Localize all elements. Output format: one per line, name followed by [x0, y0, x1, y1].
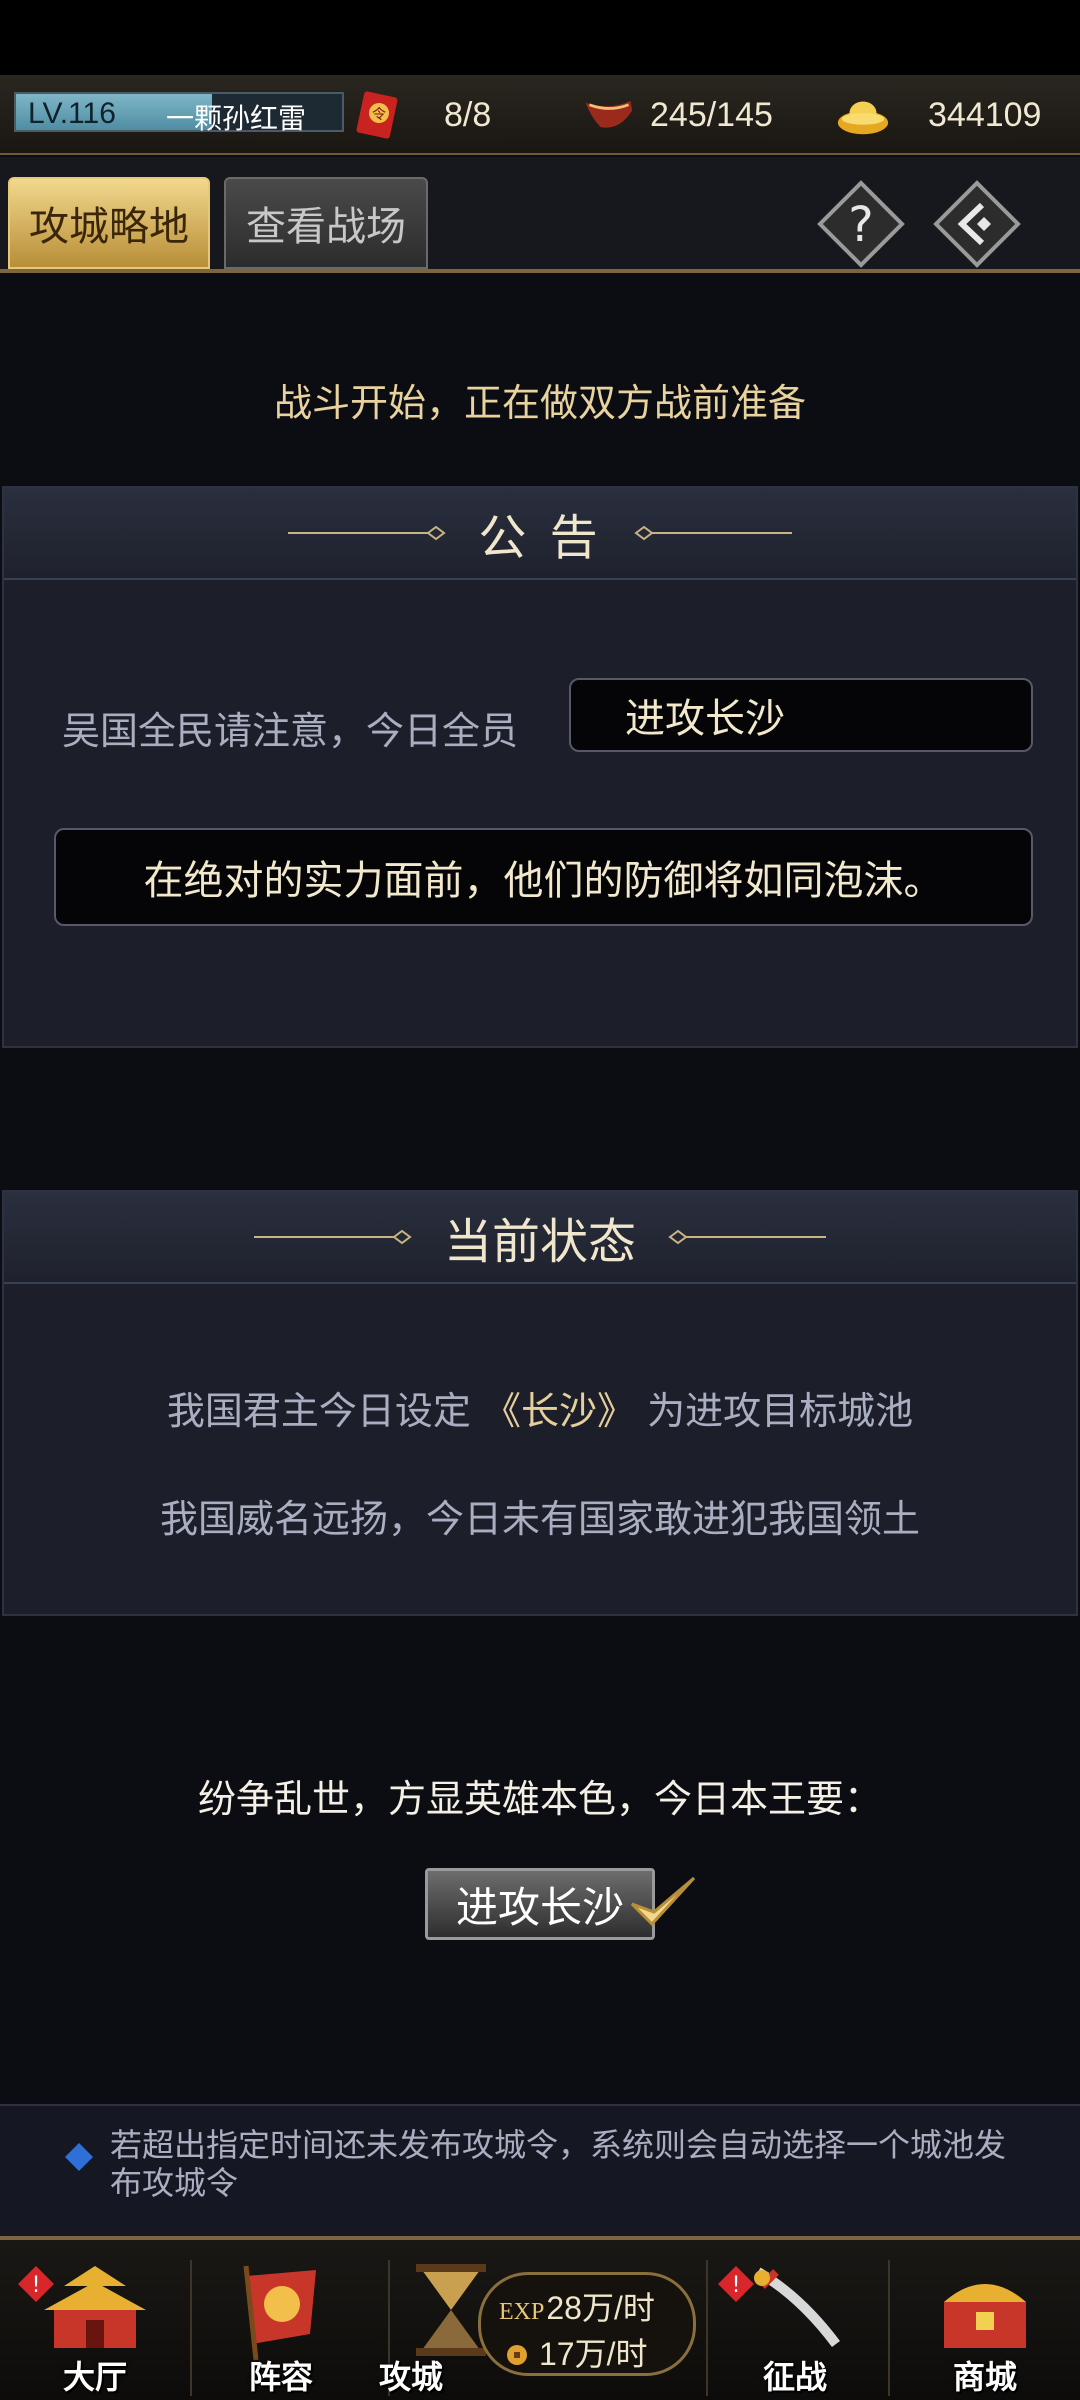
- tip-text: 若超出指定时间还未发布攻城令，系统则会自动选择一个城池发布攻城令: [110, 2126, 1007, 2202]
- svg-text:令: 令: [372, 107, 386, 123]
- nav-divider: [888, 2260, 890, 2396]
- current-status-header: 当前状态: [4, 1192, 1076, 1284]
- nav-siege-label: 攻城: [378, 2358, 443, 2396]
- right-ornament-icon: [633, 525, 792, 541]
- left-ornament-icon: [253, 1229, 412, 1245]
- info-diamond-icon: [65, 2143, 93, 2171]
- attack-target-city: 《长沙》: [482, 1389, 635, 1433]
- player-name: 一颗孙红雷: [166, 102, 307, 135]
- level-label: LV.116: [28, 97, 116, 130]
- nav-campaign[interactable]: ! 征战: [710, 2256, 880, 2400]
- battle-status-text: 战斗开始，正在做双方战前准备: [273, 381, 806, 425]
- alert-badge-icon: !: [18, 2266, 54, 2302]
- attack-target-prefix: 我国君主今日设定: [166, 1389, 471, 1433]
- resource-bar: LV.116 一颗孙红雷 令 8/8 245/145 344109: [0, 75, 1080, 155]
- horn-resource[interactable]: 245/145: [582, 87, 773, 143]
- nav-divider: [190, 2260, 192, 2396]
- war-horn-icon: [582, 88, 636, 142]
- tab-row: 攻城略地 查看战场 ?: [0, 157, 1080, 273]
- defense-status-line: 我国威名远扬，今日未有国家敢进犯我国领土: [159, 1497, 920, 1541]
- gold-count: 344109: [928, 95, 1042, 134]
- announcement-title: 公 告: [478, 510, 602, 566]
- nav-hall[interactable]: ! 大厅: [10, 2256, 180, 2400]
- question-mark-icon: ?: [817, 180, 905, 268]
- red-seal-order-icon: 令: [350, 88, 404, 142]
- attack-target-line: 我国君主今日设定 《长沙》 为进攻目标城池: [4, 1380, 1076, 1435]
- nav-shop[interactable]: 商城: [900, 2256, 1070, 2400]
- nav-campaign-label: 征战: [762, 2358, 827, 2396]
- war-banner-icon: [243, 2265, 316, 2361]
- attack-city-button[interactable]: 进攻长沙: [425, 1868, 655, 1940]
- horn-count: 245/145: [650, 95, 773, 134]
- notice-text: 吴国全民请注意，今日全员: [62, 709, 519, 753]
- coin-icon: [507, 2345, 527, 2365]
- current-status-panel: 当前状态 我国君主今日设定 《长沙》 为进攻目标城池 我国威名远扬，今日未有国家…: [2, 1190, 1078, 1616]
- tab-view-battlefield[interactable]: 查看战场: [224, 177, 428, 269]
- alert-badge-icon: !: [718, 2266, 754, 2302]
- gold-ingot-icon: [836, 88, 890, 142]
- nav-hall-label: 大厅: [62, 2358, 127, 2396]
- svg-text:!: !: [732, 2273, 741, 2298]
- svg-text:?: ?: [848, 197, 873, 253]
- coin-rate: 17万/时: [505, 2329, 648, 2375]
- svg-text:!: !: [32, 2273, 41, 2298]
- exp-rate: EXP28万/时: [499, 2290, 655, 2326]
- decree-text: 纷争乱世，方显英雄本色，今日本王要：: [197, 1777, 882, 1821]
- order-resource[interactable]: 令 8/8: [350, 87, 491, 143]
- order-count: 8/8: [444, 95, 492, 134]
- treasure-chest-icon: [944, 2284, 1026, 2348]
- palace-icon: [44, 2266, 146, 2348]
- right-ornament-icon: [668, 1229, 826, 1245]
- nav-divider: [706, 2260, 708, 2396]
- attack-target-suffix: 为进攻目标城池: [647, 1389, 914, 1433]
- checkmark-icon: [630, 1876, 696, 1927]
- tab-siege-conquest[interactable]: 攻城略地: [8, 177, 210, 269]
- bottom-nav: ! 大厅 阵容 攻城 EXP28万/时 17万/时 ! 征战 商城: [0, 2236, 1080, 2400]
- announcement-panel: 公 告 吴国全民请注意，今日全员 进攻长沙 在绝对的实力面前，他们的防御将如同泡…: [2, 486, 1078, 1048]
- slogan-field: 在绝对的实力面前，他们的防御将如同泡沫。: [54, 828, 1033, 926]
- level-exp-bar[interactable]: LV.116 一颗孙红雷: [14, 92, 344, 135]
- current-status-title: 当前状态: [443, 1214, 636, 1270]
- return-button[interactable]: [932, 179, 1022, 269]
- return-diamond-icon: [933, 180, 1021, 268]
- target-city-field: 进攻长沙: [569, 678, 1033, 752]
- help-button[interactable]: ?: [816, 179, 906, 269]
- system-status-bar: [0, 0, 1080, 75]
- exp-tag: EXP: [499, 2299, 545, 2325]
- tip-bar: 若超出指定时间还未发布攻城令，系统则会自动选择一个城池发布攻城令: [0, 2104, 1080, 2236]
- nav-shop-label: 商城: [952, 2358, 1017, 2396]
- idle-income-box[interactable]: EXP28万/时 17万/时: [478, 2272, 696, 2376]
- sword-icon: [754, 2267, 840, 2348]
- gold-resource[interactable]: 344109: [836, 87, 1041, 143]
- left-ornament-icon: [288, 525, 447, 541]
- announcement-header: 公 告: [4, 488, 1076, 580]
